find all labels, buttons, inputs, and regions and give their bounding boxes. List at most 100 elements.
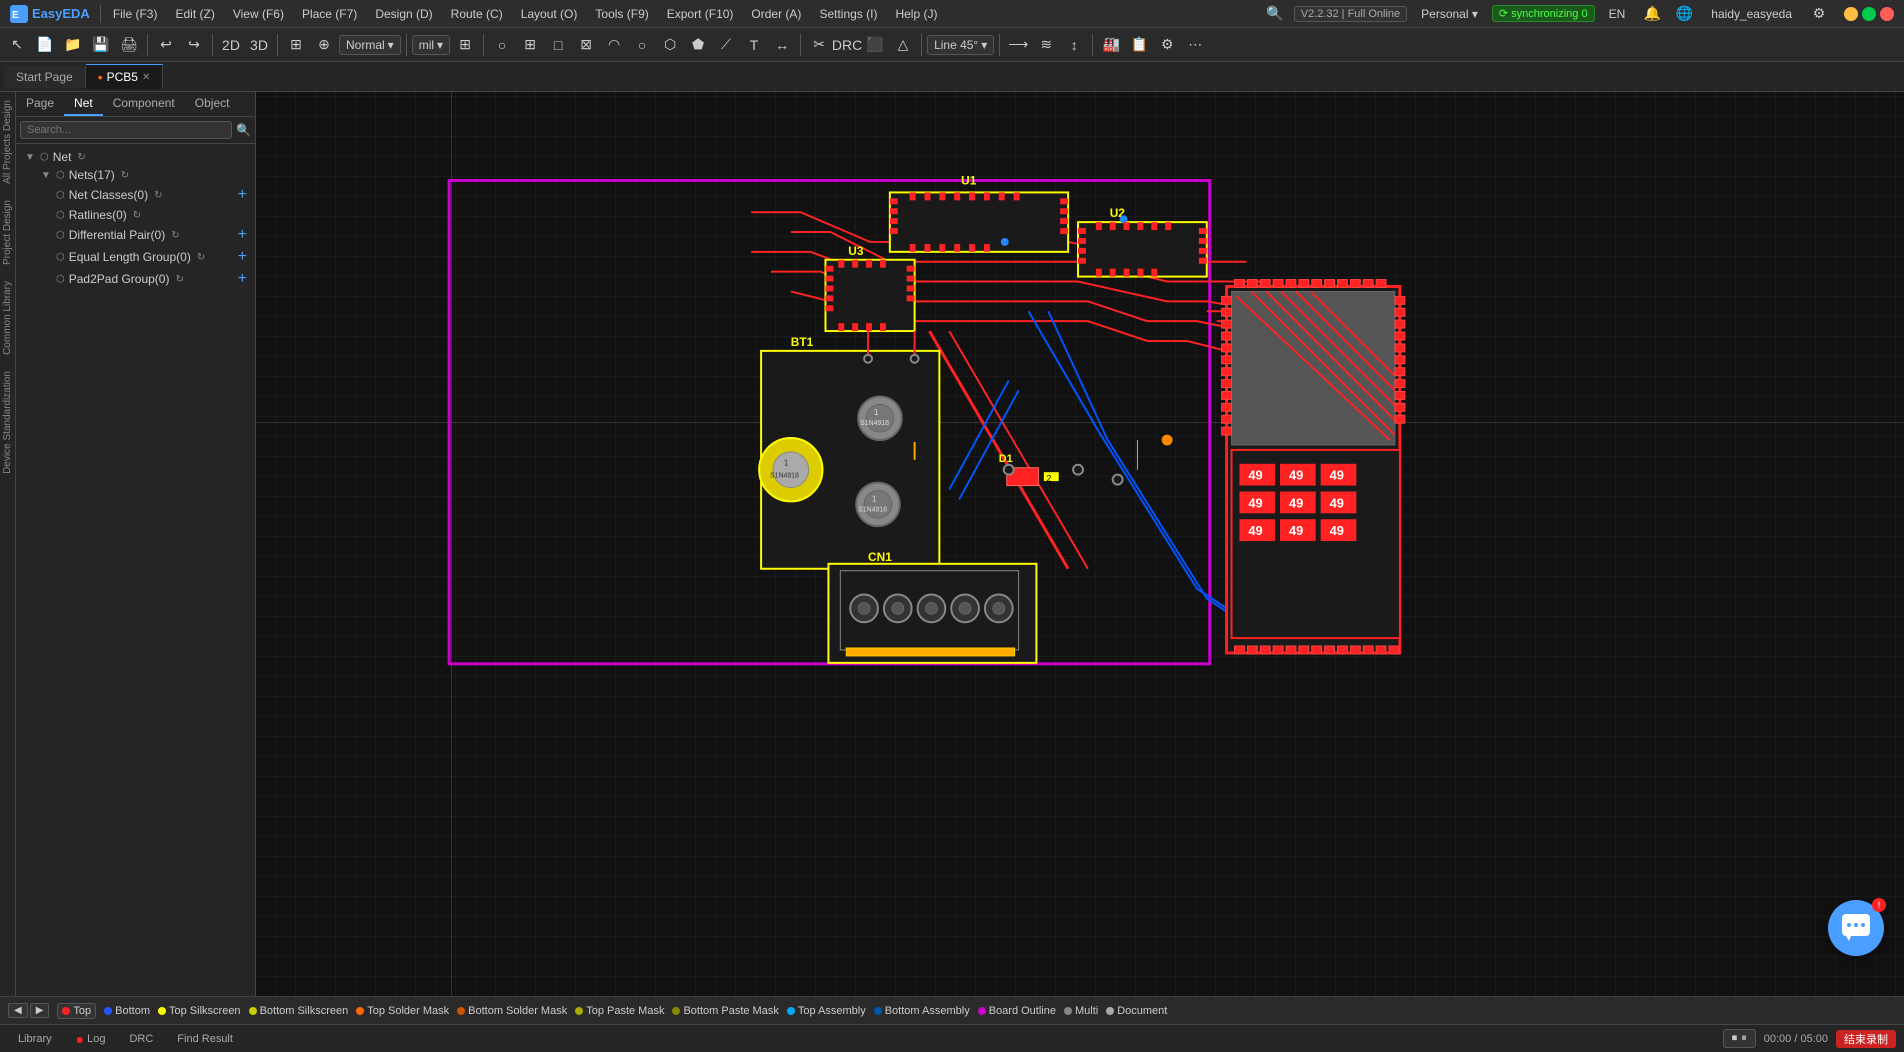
tree-equal-length[interactable]: ⬡ Equal Length Group(0) ↻ + <box>20 246 251 268</box>
measure-tool[interactable]: ↔ <box>769 32 795 58</box>
menu-export[interactable]: Export (F10) <box>659 5 742 23</box>
open-tool[interactable]: 📁 <box>60 32 86 58</box>
bottom-tab-drc[interactable]: DRC <box>119 1031 163 1047</box>
tab-start-page[interactable]: Start Page <box>4 66 86 88</box>
stop-icon[interactable]: ⏹ <box>1732 1032 1738 1045</box>
view-2d[interactable]: 2D <box>218 32 244 58</box>
layer-bottom-silkscreen[interactable]: Bottom Silkscreen <box>249 1005 349 1017</box>
table-tool[interactable]: ⊞ <box>452 32 478 58</box>
pcb-canvas[interactable]: U1 <box>256 92 1904 996</box>
close-button[interactable] <box>1880 7 1894 21</box>
common-library-panel[interactable]: Common Library <box>0 273 15 363</box>
pad2pad-add[interactable]: + <box>238 270 247 288</box>
settings-icon[interactable]: ⚙ <box>1806 1 1832 27</box>
sync-badge[interactable]: ⟳ synchronizing 0 <box>1492 5 1595 22</box>
tree-pad2pad[interactable]: ⬡ Pad2Pad Group(0) ↻ + <box>20 268 251 290</box>
menu-view[interactable]: View (F6) <box>225 5 292 23</box>
menu-settings[interactable]: Settings (I) <box>811 5 885 23</box>
tree-ratlines[interactable]: ⬡ Ratlines(0) ↻ <box>20 206 251 224</box>
gerber-tool[interactable]: ⚙ <box>1154 32 1180 58</box>
copper-tool[interactable]: ⬛ <box>862 32 888 58</box>
layer-bottom[interactable]: Bottom <box>104 1005 150 1017</box>
unit-dropdown[interactable]: mil ▾ <box>412 35 450 55</box>
circle-tool[interactable]: ○ <box>629 32 655 58</box>
route-btn1[interactable]: ⟶ <box>1005 32 1031 58</box>
tree-diff-pair[interactable]: ⬡ Differential Pair(0) ↻ + <box>20 224 251 246</box>
menu-help[interactable]: Help (J) <box>887 5 945 23</box>
extra-tool[interactable]: ⋯ <box>1182 32 1208 58</box>
layer-top-assembly[interactable]: Top Assembly <box>787 1005 866 1017</box>
cut-tool[interactable]: ✂ <box>806 32 832 58</box>
bottom-tab-find[interactable]: Find Result <box>167 1031 243 1047</box>
layer-top-solder-mask[interactable]: Top Solder Mask <box>356 1005 449 1017</box>
route-btn3[interactable]: ↕ <box>1061 32 1087 58</box>
fab-tool[interactable]: 🏭 <box>1098 32 1124 58</box>
tab-pcb5[interactable]: • PCB5 ✕ <box>86 64 164 89</box>
tree-net-classes[interactable]: ⬡ Net Classes(0) ↻ + <box>20 184 251 206</box>
trace-tool[interactable]: ⊠ <box>573 32 599 58</box>
bom-tool[interactable]: 📋 <box>1126 32 1152 58</box>
menu-order[interactable]: Order (A) <box>743 5 809 23</box>
angle-dropdown[interactable]: Line 45° ▾ <box>927 35 994 55</box>
new-tool[interactable]: 📄 <box>32 32 58 58</box>
panel-search-input[interactable] <box>20 121 232 139</box>
pad-tool[interactable]: ⊞ <box>517 32 543 58</box>
notification-icon[interactable]: 🔔 <box>1639 1 1665 27</box>
record-button[interactable]: 结束录制 <box>1836 1030 1896 1048</box>
panel-tab-object[interactable]: Object <box>185 92 240 116</box>
app-logo[interactable]: E EasyEDA <box>4 5 96 23</box>
equal-length-add[interactable]: + <box>238 248 247 266</box>
net-classes-add[interactable]: + <box>238 186 247 204</box>
menu-design[interactable]: Design (D) <box>367 5 440 23</box>
diff-pair-add[interactable]: + <box>238 226 247 244</box>
polygon-tool[interactable]: ⬡ <box>657 32 683 58</box>
route-btn2[interactable]: ≋ <box>1033 32 1059 58</box>
select-tool[interactable]: ↖ <box>4 32 30 58</box>
panel-tab-component[interactable]: Component <box>103 92 185 116</box>
via-tool[interactable]: □ <box>545 32 571 58</box>
mode-dropdown[interactable]: Normal ▾ <box>339 35 401 55</box>
menu-layout[interactable]: Layout (O) <box>513 5 586 23</box>
equal-length-refresh-icon[interactable]: ↻ <box>197 252 205 263</box>
layer-bottom-assembly[interactable]: Bottom Assembly <box>874 1005 970 1017</box>
maximize-button[interactable] <box>1862 7 1876 21</box>
snap-tool[interactable]: ⊕ <box>311 32 337 58</box>
ratlines-refresh-icon[interactable]: ↻ <box>133 210 141 221</box>
fill-tool[interactable]: ⬟ <box>685 32 711 58</box>
pcb5-close[interactable]: ✕ <box>142 72 150 83</box>
layer-document[interactable]: Document <box>1106 1005 1167 1017</box>
layer-board-outline[interactable]: Board Outline <box>978 1005 1056 1017</box>
pause-icon[interactable]: ⏸ <box>1741 1032 1747 1045</box>
search-icon[interactable]: 🔍 <box>236 123 251 137</box>
nav-prev[interactable]: ◀ <box>8 1003 28 1018</box>
tree-root-net[interactable]: ▼ ⬡ Net ↻ <box>20 148 251 166</box>
layer-top-paste-mask[interactable]: Top Paste Mask <box>575 1005 664 1017</box>
component-tool[interactable]: ○ <box>489 32 515 58</box>
device-std-panel[interactable]: Device Standardization <box>0 363 15 482</box>
user-name[interactable]: haidy_easyeda <box>1703 5 1800 23</box>
text-tool[interactable]: T <box>741 32 767 58</box>
pad2pad-refresh-icon[interactable]: ↻ <box>175 274 183 285</box>
menu-place[interactable]: Place (F7) <box>294 5 365 23</box>
arc-tool[interactable]: ◠ <box>601 32 627 58</box>
canvas-area[interactable]: U1 <box>256 92 1904 996</box>
view-3d[interactable]: 3D <box>246 32 272 58</box>
drc-tool[interactable]: DRC <box>834 32 860 58</box>
layer-multi[interactable]: Multi <box>1064 1005 1098 1017</box>
menu-route[interactable]: Route (C) <box>443 5 511 23</box>
save-tool[interactable]: 💾 <box>88 32 114 58</box>
nav-next[interactable]: ▶ <box>30 1003 50 1018</box>
project-design-panel[interactable]: Project Design <box>0 192 15 273</box>
panel-tab-net[interactable]: Net <box>64 92 103 116</box>
layer-top[interactable]: Top <box>57 1003 96 1019</box>
layer-top-silkscreen[interactable]: Top Silkscreen <box>158 1005 241 1017</box>
highlight-tool[interactable]: △ <box>890 32 916 58</box>
panel-tab-page[interactable]: Page <box>16 92 64 116</box>
global-icon[interactable]: 🌐 <box>1671 1 1697 27</box>
layer-bottom-paste-mask[interactable]: Bottom Paste Mask <box>672 1005 778 1017</box>
menu-edit[interactable]: Edit (Z) <box>167 5 222 23</box>
print-tool[interactable]: 🖨 <box>116 32 142 58</box>
undo-tool[interactable]: ↩ <box>153 32 179 58</box>
nets-refresh-icon[interactable]: ↻ <box>121 170 129 181</box>
bottom-tab-log[interactable]: ● Log <box>66 1029 116 1049</box>
